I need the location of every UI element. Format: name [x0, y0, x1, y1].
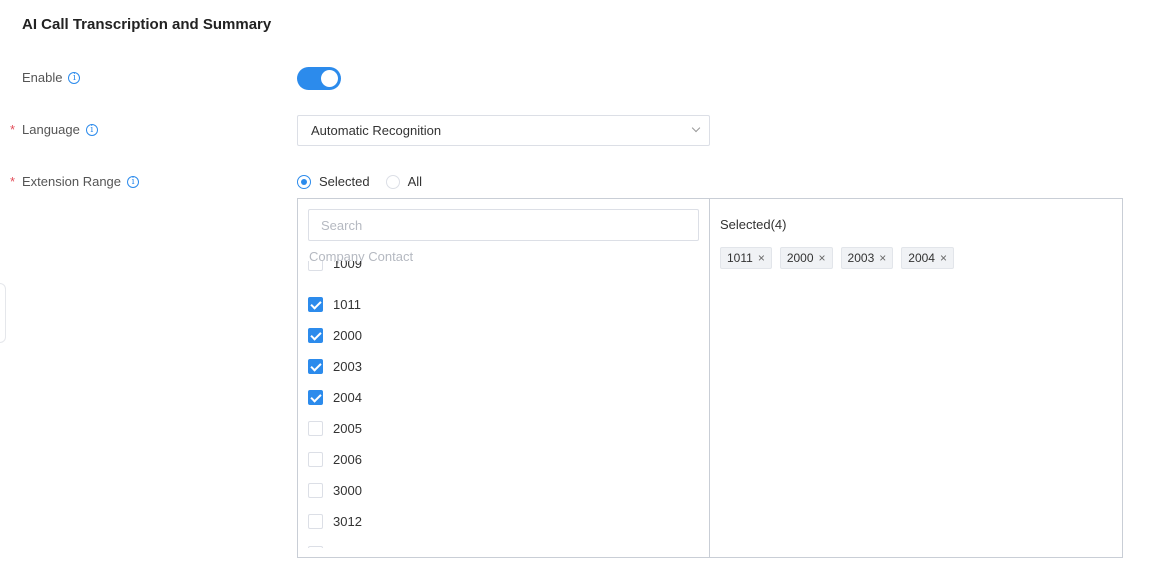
checkbox[interactable]	[308, 296, 323, 312]
close-icon[interactable]: ×	[758, 251, 765, 265]
close-icon[interactable]: ×	[940, 251, 947, 265]
tag-label: 2003	[847, 251, 875, 265]
checkbox[interactable]	[308, 389, 323, 405]
tag-label: 2000	[786, 251, 814, 265]
list-item[interactable]: 3000	[308, 480, 362, 500]
selected-pane: Selected(4) 1011 × 2000 × 2003 × 2004 ×	[710, 199, 1122, 557]
section-title: AI Call Transcription and Summary	[22, 16, 272, 33]
extension-list[interactable]: 1009 1011 2000 2003 2004 2005 2006 3000 …	[308, 261, 698, 548]
extension-range-label-row: * Extension Range i	[10, 174, 140, 189]
checkbox[interactable]	[308, 482, 323, 498]
item-label: 2000	[333, 327, 362, 343]
list-item[interactable]: 2004	[308, 387, 362, 407]
language-select[interactable]: Automatic Recognition	[297, 115, 710, 146]
chevron-down-icon	[691, 123, 701, 133]
info-icon[interactable]: i	[127, 175, 140, 188]
radio-dot	[385, 174, 400, 189]
language-label: Language	[22, 122, 80, 137]
item-label: 1009	[333, 261, 362, 271]
required-mark: *	[10, 122, 16, 137]
extension-range-label: Extension Range	[22, 174, 122, 189]
list-item[interactable]: 3012	[308, 511, 362, 531]
list-item[interactable]: 2003	[308, 356, 362, 376]
radio-selected[interactable]: Selected	[297, 174, 370, 189]
radio-label: Selected	[319, 174, 370, 189]
edge-tab[interactable]	[0, 283, 6, 343]
radio-label: All	[407, 174, 423, 189]
checkbox[interactable]	[308, 451, 323, 467]
required-mark: *	[10, 174, 16, 189]
checkbox[interactable]	[308, 513, 323, 529]
checkbox[interactable]	[308, 545, 323, 548]
info-icon[interactable]: i	[85, 123, 98, 136]
checkbox[interactable]	[308, 420, 323, 436]
item-label: 2004	[333, 389, 362, 405]
list-item[interactable]: 2006	[308, 449, 362, 469]
selected-tag: 2003 ×	[840, 247, 894, 269]
checkbox[interactable]	[308, 327, 323, 343]
selected-tag: 2004 ×	[901, 247, 954, 269]
close-icon[interactable]: ×	[879, 251, 886, 265]
info-icon[interactable]: i	[68, 71, 81, 84]
selected-tags: 1011 × 2000 × 2003 × 2004 ×	[720, 247, 962, 269]
language-label-row: * Language i	[10, 122, 98, 137]
selected-title: Selected(4)	[720, 217, 787, 232]
list-item[interactable]: 1011	[308, 294, 361, 314]
checkbox[interactable]	[308, 358, 323, 374]
list-item[interactable]: 1009	[308, 261, 362, 273]
selected-tag: 1011 ×	[720, 247, 772, 269]
available-pane: Company Contact 1009 1011 2000 2003 2004	[298, 199, 710, 557]
tag-label: 2004	[908, 251, 935, 265]
item-label: 2005	[333, 420, 362, 436]
tag-label: 1011	[727, 251, 753, 265]
checkbox[interactable]	[308, 261, 323, 271]
extension-transfer: Company Contact 1009 1011 2000 2003 2004	[297, 198, 1123, 558]
item-label: 2003	[333, 358, 362, 374]
item-label: 2006	[333, 451, 362, 467]
selected-tag: 2000 ×	[779, 247, 833, 269]
close-icon[interactable]: ×	[819, 251, 826, 265]
enable-label: Enable	[22, 70, 63, 85]
list-item[interactable]: 2005	[308, 418, 362, 438]
extension-range-radio-group: Selected All	[297, 174, 438, 189]
toggle-knob	[321, 70, 338, 87]
list-item[interactable]	[308, 543, 333, 548]
radio-dot	[297, 174, 311, 189]
list-item[interactable]: 2000	[308, 325, 362, 345]
language-select-value: Automatic Recognition	[311, 123, 442, 138]
item-label: 1011	[333, 296, 361, 312]
enable-toggle[interactable]	[297, 67, 341, 90]
enable-label-row: Enable i	[22, 70, 81, 85]
radio-all[interactable]: All	[385, 174, 423, 189]
item-label: 3000	[333, 482, 362, 498]
item-label: 3012	[333, 513, 362, 529]
search-input[interactable]	[308, 209, 699, 241]
